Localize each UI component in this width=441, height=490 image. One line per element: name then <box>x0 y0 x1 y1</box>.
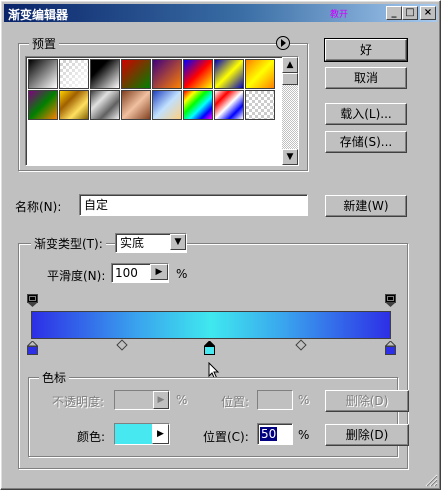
smoothness-unit: % <box>176 267 188 281</box>
preset-swatch[interactable] <box>183 59 213 89</box>
color-swatch[interactable]: ▶ <box>114 423 170 445</box>
opacity-location-label: 位置: <box>221 395 250 409</box>
title-bar[interactable]: 渐变编辑器 教开 _ □ × <box>4 4 437 22</box>
preset-swatch[interactable] <box>214 90 244 120</box>
preset-swatch[interactable] <box>214 59 244 89</box>
smoothness-value: 100 <box>115 266 138 280</box>
smoothness-input[interactable]: 100 ▶ <box>111 263 169 283</box>
preset-swatch[interactable] <box>121 59 151 89</box>
scroll-down-icon[interactable]: ▼ <box>282 149 298 165</box>
resize-grip-icon[interactable] <box>424 473 438 487</box>
preset-swatch[interactable] <box>28 59 58 89</box>
location-unit: % <box>298 428 310 442</box>
smoothness-slider-icon[interactable]: ▶ <box>150 264 168 280</box>
location-input[interactable]: 50 <box>257 423 293 445</box>
load-button[interactable]: 载入(L)... <box>325 103 407 125</box>
preset-swatch[interactable] <box>59 90 89 120</box>
delete-color-stop-button[interactable]: 删除(D) <box>325 424 409 446</box>
location-label: 位置(C): <box>203 430 249 444</box>
name-label: 名称(N): <box>15 200 62 214</box>
save-button[interactable]: 存储(S)... <box>325 131 407 153</box>
location-value: 50 <box>260 427 278 441</box>
color-stop-left[interactable] <box>27 341 38 355</box>
opacity-stop-right[interactable] <box>385 294 396 307</box>
preset-scrollbar[interactable]: ▲ ▼ <box>282 57 298 165</box>
delete-opacity-stop-button: 删除(D) <box>325 390 409 412</box>
presets-label: 预置 <box>29 35 60 52</box>
preset-swatch[interactable] <box>152 90 182 120</box>
gradient-preview-bar[interactable] <box>31 311 391 339</box>
color-stops-label: 色标 <box>39 369 70 386</box>
preset-swatch[interactable] <box>121 90 151 120</box>
preset-swatch[interactable] <box>59 59 89 89</box>
gradient-type-label: 渐变类型(T): <box>31 235 106 252</box>
preset-swatch[interactable] <box>245 90 275 120</box>
name-input[interactable]: 自定 <box>79 194 308 216</box>
preset-swatch[interactable] <box>245 59 275 89</box>
presets-menu-icon[interactable] <box>276 36 290 50</box>
title-watermark: 教开 <box>330 10 349 20</box>
minimize-icon[interactable]: _ <box>386 6 402 20</box>
color-label: 颜色: <box>77 430 106 444</box>
opacity-label: 不透明度: <box>52 395 105 409</box>
gradient-editor-window: 渐变编辑器 教开 _ □ × 预置 ▲ ▼ 好 取消 载入(L)... 存储(S… <box>0 0 441 490</box>
gradient-type-select[interactable]: 实底 ▼ <box>115 233 187 253</box>
opacity-stop-left[interactable] <box>27 294 38 307</box>
opacity-slider-icon: ▶ <box>153 391 169 409</box>
smoothness-label: 平滑度(N): <box>47 269 106 283</box>
preset-swatch[interactable] <box>90 90 120 120</box>
preset-swatch[interactable] <box>183 90 213 120</box>
maximize-icon[interactable]: □ <box>402 6 418 20</box>
close-icon[interactable]: × <box>420 6 436 20</box>
scroll-up-icon[interactable]: ▲ <box>282 57 298 73</box>
preset-swatch[interactable] <box>90 59 120 89</box>
opacity-location-unit: % <box>298 393 310 407</box>
opacity-unit: % <box>176 393 188 407</box>
dropdown-arrow-icon[interactable]: ▼ <box>170 234 186 250</box>
color-menu-arrow-icon[interactable]: ▶ <box>152 424 169 444</box>
preset-swatch[interactable] <box>152 59 182 89</box>
color-stop-right[interactable] <box>385 341 396 355</box>
window-title: 渐变编辑器 <box>8 8 69 22</box>
scroll-thumb[interactable] <box>282 73 298 85</box>
opacity-input: ▶ <box>114 390 170 410</box>
opacity-location-input <box>257 390 293 410</box>
color-stop-selected[interactable] <box>204 341 215 355</box>
gradient-type-value: 实底 <box>120 236 145 250</box>
ok-button[interactable]: 好 <box>324 38 408 62</box>
preset-list[interactable]: ▲ ▼ <box>25 56 299 166</box>
preset-swatch[interactable] <box>28 90 58 120</box>
new-button[interactable]: 新建(W) <box>325 195 407 217</box>
cancel-button[interactable]: 取消 <box>325 67 407 89</box>
